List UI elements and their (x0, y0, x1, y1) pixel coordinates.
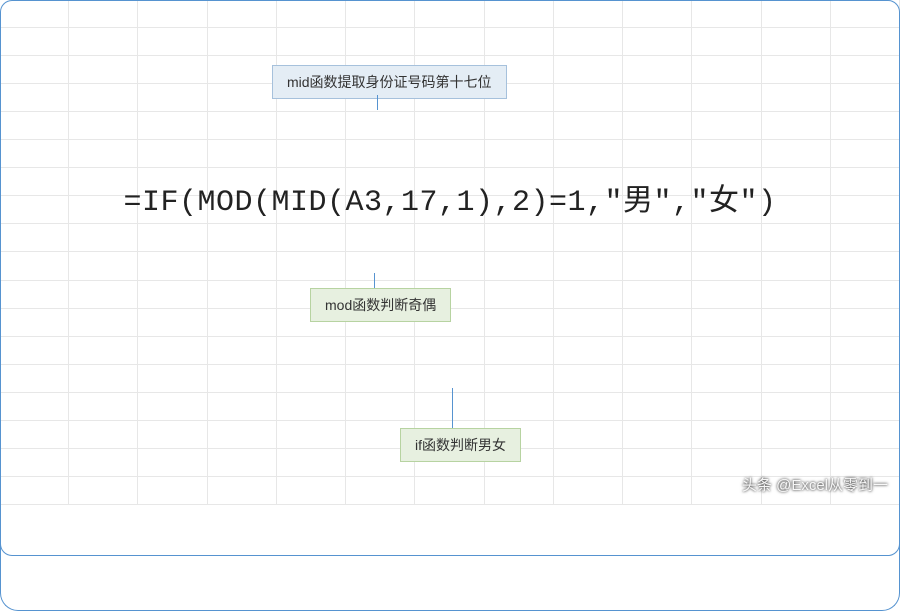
brace-mid-function (0, 0, 246, 50)
connector-stem-big (452, 388, 453, 428)
annotation-if-function: if函数判断男女 (400, 428, 521, 462)
annotation-if-text: if函数判断男女 (415, 437, 506, 453)
brace-mod-function (0, 50, 425, 105)
brace-if-function (0, 105, 660, 275)
watermark: 头条 @Excel从零到一 (742, 474, 888, 495)
